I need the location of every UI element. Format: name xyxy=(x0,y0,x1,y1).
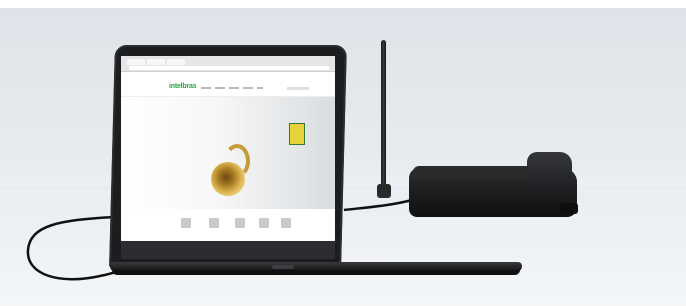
product-thumb xyxy=(181,218,191,228)
laptop-notch xyxy=(272,265,294,269)
nav-item xyxy=(229,87,239,89)
product-strip xyxy=(121,213,335,239)
horn-bell-image xyxy=(211,162,245,196)
nav-item xyxy=(243,87,253,89)
product-thumb xyxy=(281,218,291,228)
ethernet-cable xyxy=(343,198,413,212)
browser-toolbar xyxy=(121,56,335,72)
browser-tab xyxy=(127,59,145,65)
nav-item xyxy=(201,87,211,89)
nav-item xyxy=(257,87,263,89)
search-field xyxy=(287,87,309,90)
browser-tab xyxy=(167,59,185,65)
address-bar xyxy=(129,66,329,70)
product-thumb xyxy=(259,218,269,228)
promo-badge xyxy=(289,123,305,145)
desk-phone-top xyxy=(413,166,537,178)
site-footer xyxy=(121,241,335,259)
browser-tab xyxy=(147,59,165,65)
antenna xyxy=(381,40,386,198)
antenna-base xyxy=(377,184,391,198)
product-thumb xyxy=(235,218,245,228)
product-photo-scene: intelbras xyxy=(0,0,686,306)
nav-item xyxy=(215,87,225,89)
site-logo: intelbras xyxy=(169,83,197,90)
phone-handset xyxy=(527,152,572,188)
phone-foot xyxy=(560,203,578,214)
laptop-base-front xyxy=(112,270,520,275)
laptop-screen: intelbras xyxy=(121,56,335,259)
product-thumb xyxy=(209,218,219,228)
